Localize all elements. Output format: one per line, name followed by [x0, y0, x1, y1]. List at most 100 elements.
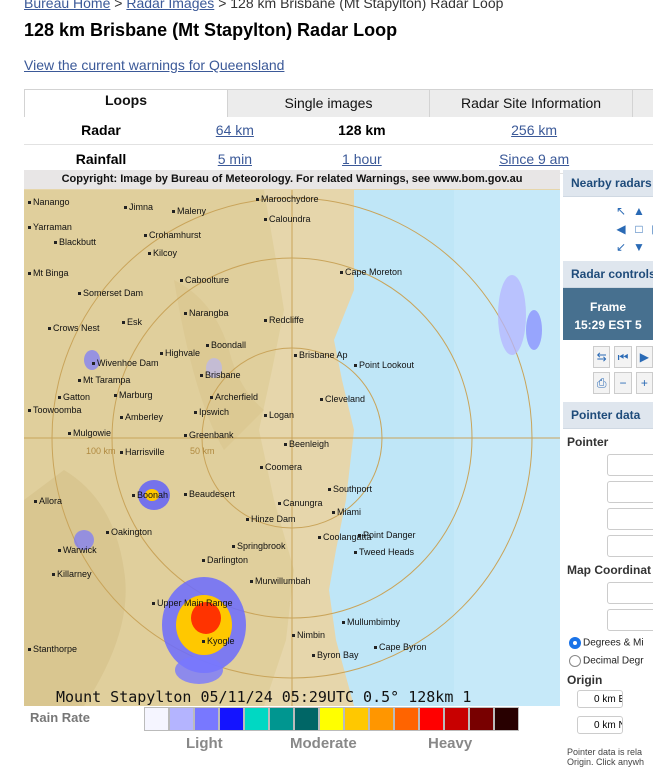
breadcrumb-home-link[interactable]: Bureau Home [24, 0, 110, 11]
place-brisbane: Brisbane [200, 370, 241, 380]
tab-single-images[interactable]: Single images [228, 89, 430, 117]
arrow-east-icon[interactable]: ▶ [649, 221, 653, 237]
arrow-north-icon[interactable]: ▲ [631, 203, 647, 219]
radar-map[interactable]: Copyright: Image by Bureau of Meteorolog… [24, 170, 560, 706]
map-timestamp: Mount Stapylton 05/11/24 05:29UTC 0.5° 1… [56, 688, 472, 706]
place-greenbank: Greenbank [184, 430, 234, 440]
legend-swatch-13 [469, 707, 494, 731]
arrow-southwest-icon[interactable]: ↙ [613, 239, 629, 255]
zoom-out-icon[interactable]: − [614, 372, 632, 394]
place-beaudesert: Beaudesert [184, 489, 235, 499]
place-mt-tarampa: Mt Tarampa [78, 375, 130, 385]
loop-toggle-icon[interactable]: ⇆ [593, 346, 611, 368]
place-miami: Miami [332, 507, 361, 517]
place-southport: Southport [328, 484, 372, 494]
place-maroochydore: Maroochydore [256, 194, 319, 204]
rainfall-since-9am-link[interactable]: Since 9 am [499, 151, 569, 167]
legend-swatch-7 [319, 707, 344, 731]
zoom-in-icon[interactable]: + [635, 372, 653, 394]
place-blackbutt: Blackbutt [54, 237, 96, 247]
playback-controls: ⇆ ⏮ ▶ ⎙ − + [563, 340, 653, 402]
nearby-radars-panel: ↖ ▲ ↗ ◀ □ ▶ ↙ ▼ ↘ [563, 197, 653, 257]
place-kyogle: Kyogle [202, 636, 235, 646]
arrow-south-icon[interactable]: ▼ [631, 239, 647, 255]
center-icon: □ [635, 222, 643, 236]
rain-rate-legend: Rain Rate Light Moderate Heavy [24, 706, 560, 768]
pointer-field-2 [607, 481, 653, 503]
frame-label: Frame [589, 300, 627, 314]
tab-radar-site-information[interactable]: Radar Site Information [430, 89, 633, 117]
step-back-icon[interactable]: ⏮ [614, 346, 632, 368]
breadcrumb-separator: > [218, 0, 227, 11]
place-cape-moreton: Cape Moreton [340, 267, 402, 277]
degrees-minutes-radio[interactable]: Degrees & Mi [563, 631, 653, 649]
decimal-degrees-radio[interactable]: Decimal Degr [563, 649, 653, 667]
legend-swatch-0 [144, 707, 169, 731]
place-mt-binga: Mt Binga [28, 268, 69, 278]
legend-swatch-14 [494, 707, 519, 731]
place-upper-main-range: Upper Main Range [152, 598, 233, 608]
frame-time: 15:29 EST 5 [574, 318, 642, 332]
place-wivenhoe-dam: Wivenhoe Dam [92, 358, 159, 368]
place-nanango: Nanango [28, 197, 70, 207]
place-nimbin: Nimbin [292, 630, 325, 640]
pointer-label: Pointer [567, 435, 609, 449]
radar-128km-selected: 128 km [291, 116, 432, 145]
arrow-northeast-icon[interactable]: ↗ [649, 203, 653, 219]
place-brisbane-ap: Brisbane Ap [294, 350, 348, 360]
arrow-west-icon[interactable]: ◀ [613, 221, 629, 237]
place-byron-bay: Byron Bay [312, 650, 359, 660]
place-caboolture: Caboolture [180, 275, 229, 285]
pointer-data-panel: Pointer Map Coordinat Degrees & Mi Decim… [563, 429, 653, 767]
place-highvale: Highvale [160, 348, 200, 358]
warnings-link[interactable]: View the current warnings for Queensland [24, 57, 284, 73]
origin-east-input[interactable]: 0 km Eas [577, 690, 623, 708]
place-yarraman: Yarraman [28, 222, 72, 232]
radar-controls-header[interactable]: Radar controls [563, 261, 653, 288]
place-point-danger: Point Danger [358, 530, 416, 540]
place-gatton: Gatton [58, 392, 90, 402]
place-boondall: Boondall [206, 340, 246, 350]
print-icon[interactable]: ⎙ [593, 372, 611, 394]
place-ipswich: Ipswich [194, 407, 229, 417]
radar-64km-link[interactable]: 64 km [216, 122, 254, 138]
pointer-field-3 [607, 508, 653, 530]
legend-color-bar [144, 707, 519, 733]
place-kilcoy: Kilcoy [148, 248, 177, 258]
tab-overflow [633, 89, 653, 117]
legend-swatch-11 [419, 707, 444, 731]
nearby-radar-arrows: ↖ ▲ ↗ ◀ □ ▶ ↙ ▼ ↘ [563, 197, 653, 255]
place-narangba: Narangba [184, 308, 229, 318]
pointer-field-1 [607, 454, 653, 476]
rainfall-1hour-link[interactable]: 1 hour [342, 151, 382, 167]
place-esk: Esk [122, 317, 142, 327]
legend-swatch-2 [194, 707, 219, 731]
breadcrumb-radar-images-link[interactable]: Radar Images [126, 0, 214, 11]
breadcrumb-current: 128 km Brisbane (Mt Stapylton) Radar Loo… [230, 0, 504, 11]
play-icon[interactable]: ▶ [635, 346, 653, 368]
decimal-degrees-label: Decimal Degr [583, 655, 644, 667]
radar-row: Radar 64 km 128 km 256 km 5 [24, 116, 653, 145]
range-label-100km: 100 km [86, 446, 116, 456]
rainfall-5min-link[interactable]: 5 min [218, 151, 252, 167]
map-coord-field-1 [607, 582, 653, 604]
place-archerfield: Archerfield [210, 392, 258, 402]
sidebar: Nearby radars ↖ ▲ ↗ ◀ □ ▶ ↙ ▼ ↘ Radar co… [563, 170, 653, 768]
legend-swatch-6 [294, 707, 319, 731]
origin-north-input[interactable]: 0 km Nor [577, 716, 623, 734]
arrow-northwest-icon[interactable]: ↖ [613, 203, 629, 219]
legend-swatch-12 [444, 707, 469, 731]
radar-256km-link[interactable]: 256 km [511, 122, 557, 138]
legend-moderate-label: Moderate [290, 735, 357, 752]
place-crows-nest: Crows Nest [48, 323, 100, 333]
nearby-radars-header[interactable]: Nearby radars [563, 170, 653, 197]
arrow-southeast-icon[interactable]: ↘ [649, 239, 653, 255]
place-coomera: Coomera [260, 462, 302, 472]
tab-loops[interactable]: Loops [24, 89, 228, 117]
place-beenleigh: Beenleigh [284, 439, 329, 449]
pointer-data-header[interactable]: Pointer data [563, 402, 653, 429]
place-darlington: Darlington [202, 555, 248, 565]
place-redcliffe: Redcliffe [264, 315, 304, 325]
legend-swatch-9 [369, 707, 394, 731]
legend-swatch-4 [244, 707, 269, 731]
